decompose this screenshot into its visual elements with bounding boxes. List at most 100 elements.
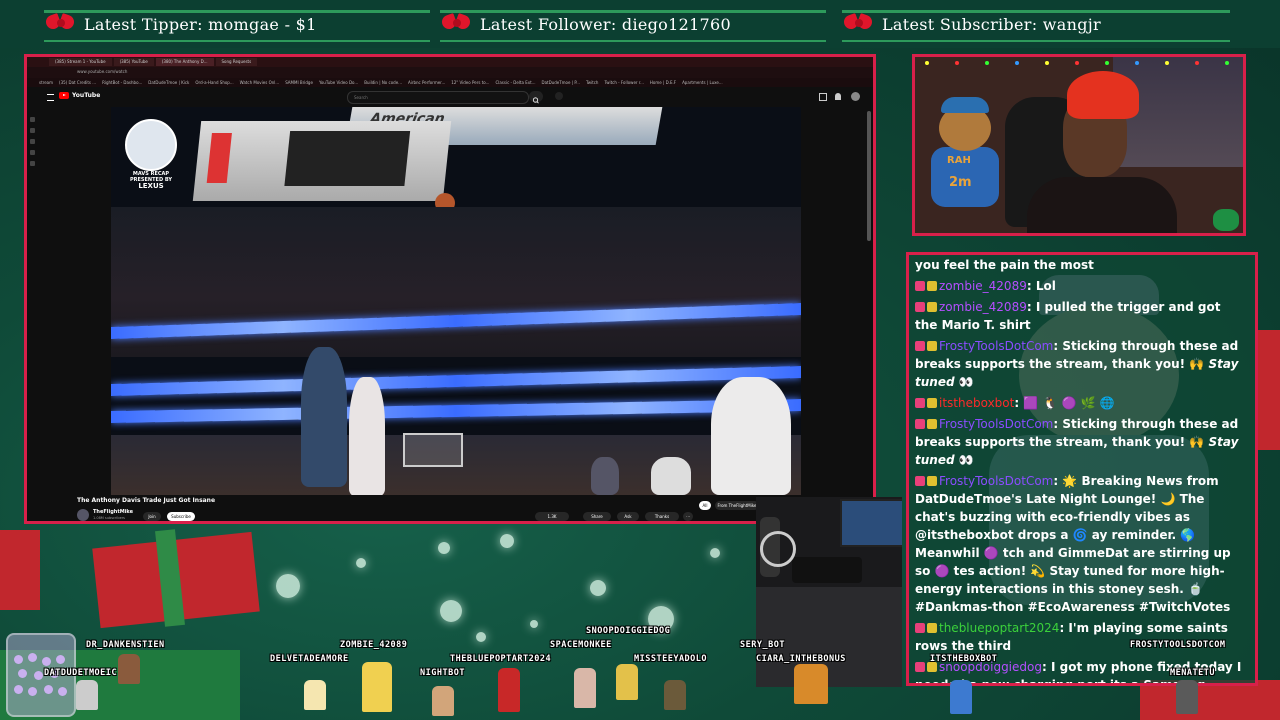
share-button[interactable]: Share bbox=[583, 512, 611, 521]
chip-all[interactable]: All bbox=[699, 501, 711, 510]
chat-username[interactable]: FrostyToolsDotCom bbox=[939, 474, 1053, 488]
scoreboard bbox=[192, 121, 452, 201]
player bbox=[349, 377, 385, 495]
viewer-avatar-sprite bbox=[304, 680, 326, 710]
browser-tab[interactable]: (385) YouTube bbox=[113, 58, 154, 66]
sidebar-icon[interactable] bbox=[30, 150, 35, 155]
sidebar-icon[interactable] bbox=[30, 161, 35, 166]
latest-follower-banner: Latest Follower: diego121760 bbox=[440, 6, 826, 42]
viewer-avatar-sprite bbox=[498, 668, 520, 712]
bookmark[interactable]: Buildin | No code... bbox=[364, 78, 402, 87]
chat-username[interactable]: FrostyToolsDotCom bbox=[939, 339, 1053, 353]
bookmark[interactable]: YouTube Video Do... bbox=[319, 78, 358, 87]
chat-username[interactable]: thebluepoptart2024 bbox=[939, 621, 1059, 635]
video-player[interactable]: American MAVS RECAP PRESENTED BY LEXUS bbox=[111, 107, 801, 495]
chat-text-emoji: 👀 bbox=[954, 453, 974, 467]
streamer-body bbox=[1027, 177, 1177, 233]
chip-from-channel[interactable]: From TheFlightMike bbox=[715, 501, 759, 510]
viewer-avatar-sprite bbox=[432, 686, 454, 716]
notifications-icon[interactable] bbox=[835, 93, 841, 100]
browser-tab-active[interactable]: (380) The Anthony D... bbox=[155, 58, 214, 66]
chat-username[interactable]: zombie_42089 bbox=[939, 300, 1027, 314]
snowflake bbox=[440, 600, 462, 622]
youtube-header: YouTube Search bbox=[27, 87, 873, 107]
viewer-name: CIARA_INTHEBONUS bbox=[756, 654, 846, 664]
bookmark[interactable]: 12" Video Pers to... bbox=[451, 78, 489, 87]
christmas-lights bbox=[915, 57, 1243, 77]
gift-box-decoration bbox=[0, 530, 40, 610]
bookmark[interactable]: DatDudeTmoe | Kick bbox=[148, 78, 189, 87]
bookmark[interactable]: stream bbox=[39, 78, 53, 87]
viewer-name: FROSTYTOOLSDOTCOM bbox=[1130, 640, 1226, 650]
chat-message: zombie_42089: Lol bbox=[915, 277, 1247, 295]
bookmark[interactable]: Twitch bbox=[586, 78, 598, 87]
chat-badge-icon bbox=[927, 476, 937, 486]
player bbox=[711, 377, 791, 495]
browser-tab[interactable]: (385) Stream 1 - YouTube bbox=[49, 58, 112, 66]
ask-button[interactable]: Ask bbox=[617, 512, 639, 521]
avatar[interactable] bbox=[851, 92, 860, 101]
bookmark[interactable]: Home | D.E.F bbox=[650, 78, 676, 87]
bookmark[interactable]: Airbnc Performer... bbox=[408, 78, 445, 87]
chat-text: you feel the pain the most bbox=[915, 258, 1094, 272]
like-button[interactable]: 1.3K bbox=[535, 512, 569, 521]
page-scrollbar[interactable] bbox=[867, 111, 871, 241]
sidebar-icon[interactable] bbox=[30, 139, 35, 144]
chat-username[interactable]: itstheboxbot bbox=[939, 396, 1014, 410]
chat-badge-icon bbox=[915, 302, 925, 312]
bookmark[interactable]: Classic - Delta Ext... bbox=[495, 78, 535, 87]
bookmark[interactable]: Ord-a-Hand Shop... bbox=[195, 78, 233, 87]
latest-follower-text: Latest Follower: diego121760 bbox=[480, 14, 731, 34]
snowflake bbox=[356, 558, 366, 568]
snowflake bbox=[476, 632, 486, 642]
latest-subscriber-text: Latest Subscriber: wangjr bbox=[882, 14, 1101, 34]
gift-box-decoration bbox=[1256, 330, 1280, 450]
create-icon[interactable] bbox=[819, 93, 827, 101]
chat-message: FrostyToolsDotCom: 🌟 Breaking News from … bbox=[915, 472, 1247, 616]
youtube-logo[interactable]: YouTube bbox=[59, 92, 100, 99]
channel-avatar[interactable] bbox=[77, 509, 89, 521]
thanks-button[interactable]: Thanks bbox=[645, 512, 679, 521]
bookmark[interactable]: (35) Dat Credits ... bbox=[59, 78, 96, 87]
viewer-name: ITSTHEBOXBOT bbox=[930, 654, 998, 664]
viewer-avatar-sprite bbox=[664, 680, 686, 710]
bow-icon bbox=[44, 9, 78, 39]
bookmark[interactable]: Apartments | Luxe... bbox=[682, 78, 723, 87]
chat-username[interactable]: zombie_42089 bbox=[939, 279, 1027, 293]
more-actions-button[interactable]: ⋯ bbox=[683, 512, 693, 521]
banner-line bbox=[44, 10, 430, 13]
bookmark[interactable]: Twitch - Follower r... bbox=[604, 78, 643, 87]
channel-name[interactable]: TheFlightMike bbox=[93, 509, 133, 515]
subscribe-button[interactable]: Subscribe bbox=[167, 512, 195, 521]
bear-hat bbox=[941, 97, 989, 113]
chat-badge-icon bbox=[927, 398, 937, 408]
search-input[interactable]: Search bbox=[347, 91, 529, 104]
bookmark[interactable]: SAMMI Bridge bbox=[285, 78, 313, 87]
sidebar-icon[interactable] bbox=[30, 128, 35, 133]
menu-icon[interactable] bbox=[47, 94, 54, 101]
browser-sidebar bbox=[30, 117, 36, 172]
microphone-icon[interactable] bbox=[555, 92, 563, 100]
led-ribbon bbox=[111, 365, 801, 397]
browser-capture: (385) Stream 1 - YouTube (385) YouTube (… bbox=[24, 54, 876, 524]
chat-username[interactable]: FrostyToolsDotCom bbox=[939, 417, 1053, 431]
bookmark[interactable]: RightBot - Dashbo... bbox=[102, 78, 142, 87]
chat-badge-icon bbox=[927, 419, 937, 429]
viewer-avatar-sprite bbox=[362, 662, 392, 712]
bookmark[interactable]: Watch Movies Onl... bbox=[240, 78, 280, 87]
viewer-name: SNOOPDOIGGIEDOG bbox=[586, 626, 671, 636]
chat-badge-icon bbox=[915, 281, 925, 291]
viewer-avatar-sprite bbox=[1176, 680, 1198, 714]
search-button[interactable] bbox=[529, 91, 543, 104]
snowflake bbox=[530, 620, 538, 628]
chat-text-emoji: 👀 bbox=[954, 375, 974, 389]
browser-tab[interactable]: Song Requests bbox=[215, 58, 258, 66]
sidebar-icon[interactable] bbox=[30, 117, 35, 122]
join-button[interactable]: Join bbox=[143, 512, 161, 521]
address-bar[interactable]: www.youtube.com/watch bbox=[27, 67, 873, 78]
viewer-avatar-sprite bbox=[616, 664, 638, 700]
chat-badge-icon bbox=[915, 341, 925, 351]
chat-text: : Lol bbox=[1026, 279, 1056, 293]
bookmark[interactable]: DatDudeTmoe | P... bbox=[542, 78, 580, 87]
channel-subscribers: 1.08M subscribers bbox=[93, 516, 125, 520]
